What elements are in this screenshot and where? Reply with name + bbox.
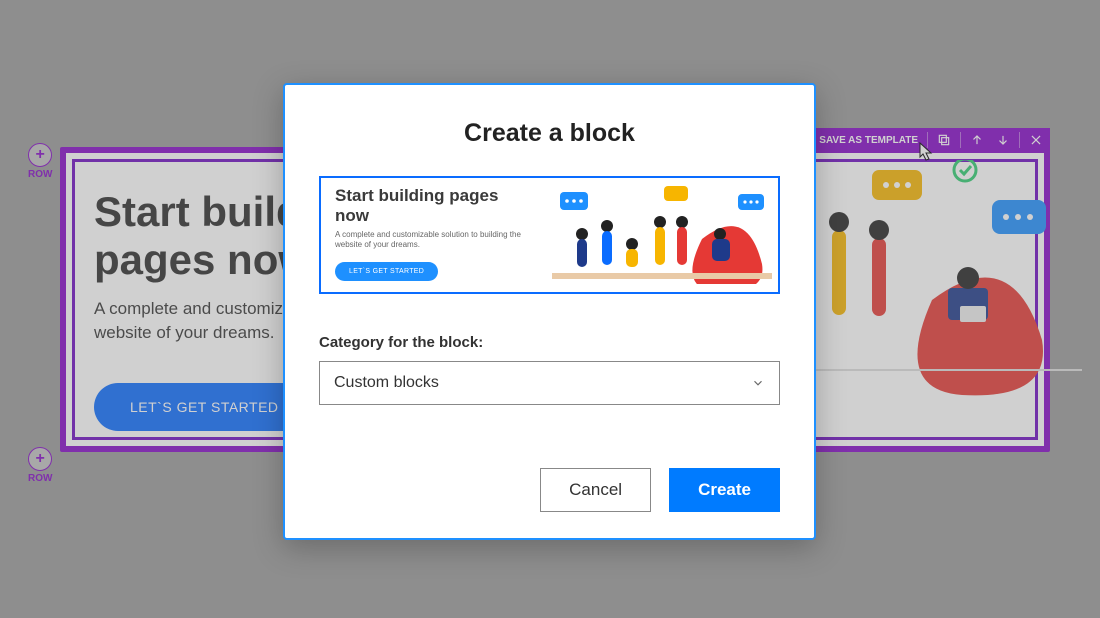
- cancel-button[interactable]: Cancel: [540, 468, 651, 512]
- close-icon: [1029, 133, 1043, 147]
- hero-cta-button[interactable]: LET`S GET STARTED: [94, 383, 315, 431]
- toolbar-separator: [1019, 132, 1020, 148]
- block-toolbar: SAVE AS TEMPLATE: [795, 128, 1050, 152]
- preview-illustration: [552, 184, 772, 284]
- preview-title: Start building pages now: [335, 186, 525, 225]
- duplicate-button[interactable]: [934, 128, 954, 152]
- create-block-modal: Create a block Start building pages now …: [283, 83, 816, 540]
- block-preview[interactable]: Start building pages now A complete and …: [319, 176, 780, 294]
- category-label: Category for the block:: [319, 334, 780, 351]
- move-down-button[interactable]: [993, 128, 1013, 152]
- toolbar-separator: [927, 132, 928, 148]
- hero-sub-line2: website of your dreams.: [94, 323, 274, 342]
- create-button[interactable]: Create: [669, 468, 780, 512]
- add-row-bottom[interactable]: + ROW: [28, 447, 52, 484]
- category-select[interactable]: Custom blocks: [319, 361, 780, 405]
- arrow-down-icon: [996, 133, 1010, 147]
- chevron-down-icon: [751, 376, 765, 390]
- row-label: ROW: [28, 169, 52, 180]
- row-label: ROW: [28, 473, 52, 484]
- save-as-template-button[interactable]: SAVE AS TEMPLATE: [799, 128, 921, 152]
- plus-icon: +: [28, 143, 52, 167]
- add-row-top[interactable]: + ROW: [28, 143, 52, 180]
- category-value: Custom blocks: [334, 374, 439, 392]
- modal-actions: Cancel Create: [319, 468, 780, 512]
- hero-title-line2: pages now: [94, 236, 311, 283]
- preview-subtitle: A complete and customizable solution to …: [335, 230, 525, 250]
- arrow-up-icon: [970, 133, 984, 147]
- delete-button[interactable]: [1026, 128, 1046, 152]
- toolbar-separator: [960, 132, 961, 148]
- preview-cta: LET`S GET STARTED: [335, 262, 438, 281]
- move-up-button[interactable]: [967, 128, 987, 152]
- modal-title: Create a block: [319, 119, 780, 148]
- duplicate-icon: [937, 133, 951, 147]
- plus-icon: +: [28, 447, 52, 471]
- save-as-template-label: SAVE AS TEMPLATE: [819, 135, 918, 146]
